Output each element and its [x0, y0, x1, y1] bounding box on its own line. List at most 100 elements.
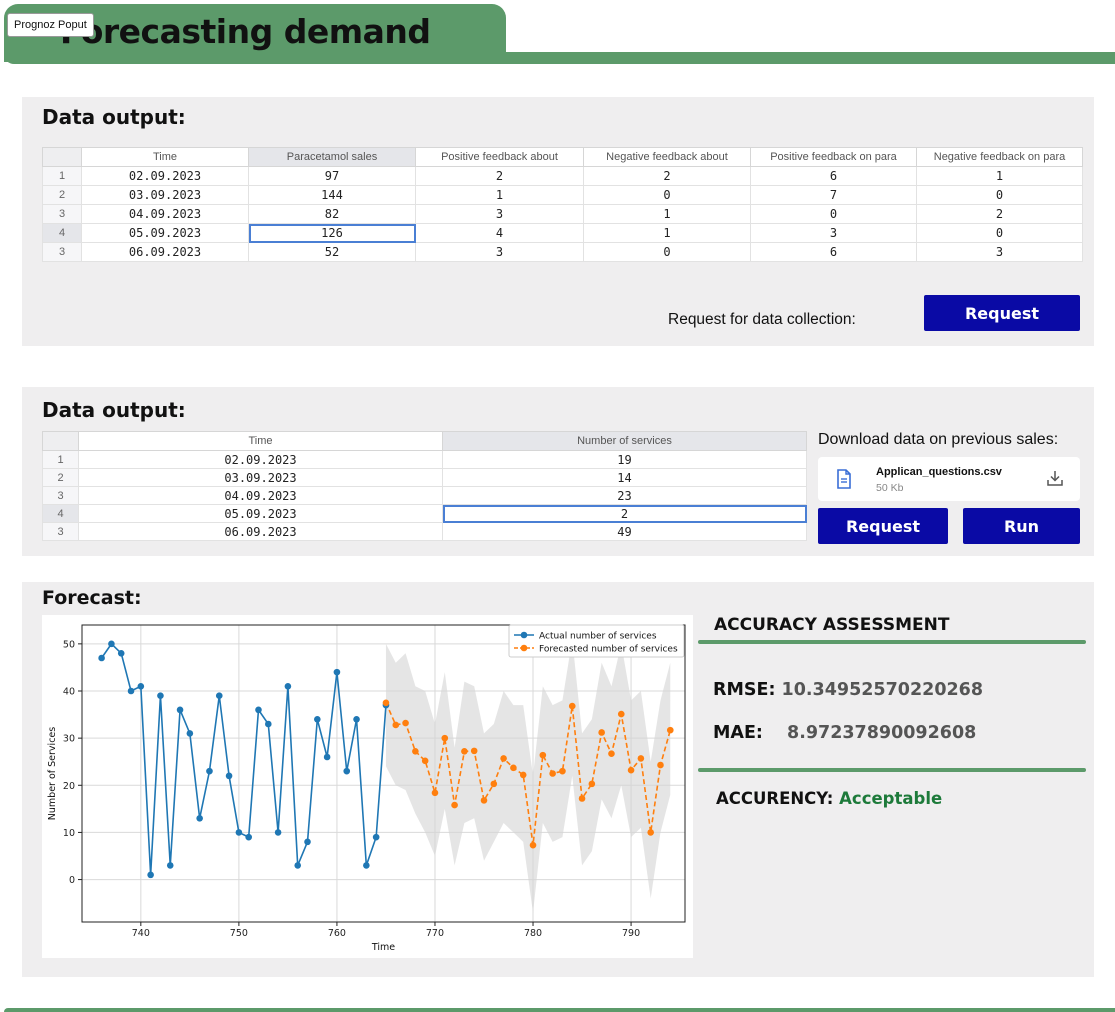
x-axis-label: Time — [371, 942, 395, 953]
row-index[interactable]: 4 — [42, 504, 79, 523]
forecast-point — [392, 721, 400, 729]
row-index[interactable]: 4 — [42, 223, 82, 243]
table-cell[interactable]: 3 — [415, 204, 584, 224]
table-cell[interactable]: 0 — [916, 185, 1083, 205]
table-cell[interactable]: 0 — [583, 185, 751, 205]
column-header[interactable]: Negative feedback about — [583, 147, 751, 167]
column-header[interactable]: Positive feedback about — [415, 147, 584, 167]
table-row[interactable]: 4 05.09.2023 2 — [42, 504, 807, 523]
rmse-label: RMSE: — [713, 680, 776, 700]
download-icon[interactable] — [1046, 469, 1064, 487]
table-cell[interactable]: 02.09.2023 — [78, 450, 443, 469]
column-header[interactable]: Positive feedback on para — [750, 147, 917, 167]
table-cell[interactable]: 1 — [916, 166, 1083, 186]
table-row[interactable]: 2 03.09.2023 144 1 0 7 0 — [42, 185, 1083, 205]
file-name: Applican_questions.csv — [876, 466, 1002, 478]
row-index[interactable]: 1 — [42, 166, 82, 186]
confidence-band — [385, 639, 671, 913]
row-index[interactable]: 3 — [42, 486, 79, 505]
table-cell[interactable]: 05.09.2023 — [81, 223, 249, 243]
run-button[interactable]: Run — [963, 508, 1080, 544]
data-table-2[interactable]: Time Number of services 1 02.09.2023 19 … — [42, 431, 807, 541]
column-header[interactable]: Negative feedback on para — [916, 147, 1083, 167]
actual-point — [274, 829, 282, 836]
forecast-panel: Forecast: 740 750 760 770 780 790 0 10 20 30 40 50 … — [22, 582, 1094, 977]
table-cell[interactable]: 04.09.2023 — [81, 204, 249, 224]
column-header[interactable]: Number of services — [442, 431, 807, 451]
table-cell[interactable]: 3 — [750, 223, 917, 243]
table-cell[interactable]: 144 — [248, 185, 416, 205]
row-index[interactable]: 3 — [42, 522, 79, 541]
table-cell[interactable]: 49 — [442, 522, 807, 541]
table-cell[interactable]: 4 — [415, 223, 584, 243]
actual-point — [137, 682, 145, 690]
table-cell[interactable]: 14 — [442, 468, 807, 487]
table-row[interactable]: 1 02.09.2023 97 2 2 6 1 — [42, 166, 1083, 186]
row-index[interactable]: 3 — [42, 242, 82, 262]
table-cell[interactable]: 6 — [750, 166, 917, 186]
table-cell[interactable]: 1 — [583, 223, 751, 243]
table-cell[interactable]: 05.09.2023 — [78, 504, 443, 523]
table-cell[interactable]: 3 — [415, 242, 584, 262]
table-row[interactable]: 1 02.09.2023 19 — [42, 450, 807, 469]
table-cell[interactable]: 06.09.2023 — [81, 242, 249, 262]
table-cell[interactable]: 2 — [583, 166, 751, 186]
table-cell[interactable]: 04.09.2023 — [78, 486, 443, 505]
y-tick-label: 30 — [63, 734, 75, 745]
table-row[interactable]: 4 05.09.2023 126 4 1 3 0 — [42, 223, 1083, 243]
row-index[interactable]: 2 — [42, 185, 82, 205]
row-index[interactable]: 1 — [42, 450, 79, 469]
page: Forecasting demand Prognoz Poput Data ou… — [0, 0, 1115, 1012]
rmse-metric: RMSE: 10.34952570220268 — [713, 680, 983, 700]
table-cell[interactable]: 0 — [750, 204, 917, 224]
table-cell-selected[interactable]: 2 — [442, 504, 807, 523]
forecast-point — [627, 766, 635, 774]
forecast-point — [382, 699, 390, 707]
table-cell[interactable]: 03.09.2023 — [78, 468, 443, 487]
table-cell[interactable]: 6 — [750, 242, 917, 262]
table-cell[interactable]: 02.09.2023 — [81, 166, 249, 186]
data-table-1[interactable]: Time Paracetamol sales Positive feedback… — [42, 147, 1083, 262]
table-cell[interactable]: 2 — [415, 166, 584, 186]
column-header[interactable]: Paracetamol sales — [248, 147, 416, 167]
y-tick-label: 10 — [63, 828, 75, 839]
table-cell[interactable]: 7 — [750, 185, 917, 205]
table-cell[interactable]: 3 — [916, 242, 1083, 262]
table-cell[interactable]: 06.09.2023 — [78, 522, 443, 541]
table-cell[interactable]: 0 — [916, 223, 1083, 243]
forecast-point — [549, 770, 556, 777]
table-row[interactable]: 3 04.09.2023 23 — [42, 486, 807, 505]
mae-metric: MAE: 8.97237890092608 — [713, 723, 976, 743]
table-cell[interactable]: 82 — [248, 204, 416, 224]
actual-point — [363, 862, 370, 869]
actual-point — [372, 833, 380, 841]
table-cell[interactable]: 19 — [442, 450, 807, 469]
accuracy-title: ACCURACY ASSESSMENT — [714, 615, 950, 635]
actual-point — [157, 692, 164, 700]
table-row[interactable]: 3 06.09.2023 52 3 0 6 3 — [42, 242, 1083, 262]
row-index[interactable]: 2 — [42, 468, 79, 487]
table-cell[interactable]: 23 — [442, 486, 807, 505]
row-index[interactable]: 3 — [42, 204, 82, 224]
table-row[interactable]: 3 06.09.2023 49 — [42, 522, 807, 541]
file-card[interactable]: Applican_questions.csv 50 Kb — [818, 457, 1080, 501]
table-row[interactable]: 2 03.09.2023 14 — [42, 468, 807, 487]
table-corner[interactable] — [42, 147, 82, 167]
chart-legend: Actual number of services Forecasted num… — [508, 624, 685, 658]
table-cell-selected[interactable]: 126 — [248, 223, 416, 243]
table-cell[interactable]: 52 — [248, 242, 416, 262]
table-cell[interactable]: 1 — [415, 185, 584, 205]
column-header[interactable]: Time — [81, 147, 249, 167]
table-row[interactable]: 3 04.09.2023 82 3 1 0 2 — [42, 204, 1083, 224]
x-tick-label: 790 — [622, 928, 640, 939]
table-cell[interactable]: 97 — [248, 166, 416, 186]
request-button[interactable]: Request — [924, 295, 1080, 331]
request-button[interactable]: Request — [818, 508, 948, 544]
mae-value: 8.97237890092608 — [787, 723, 977, 743]
table-cell[interactable]: 0 — [583, 242, 751, 262]
table-cell[interactable]: 03.09.2023 — [81, 185, 249, 205]
table-corner[interactable] — [42, 431, 79, 451]
table-cell[interactable]: 1 — [583, 204, 751, 224]
column-header[interactable]: Time — [78, 431, 443, 451]
table-cell[interactable]: 2 — [916, 204, 1083, 224]
